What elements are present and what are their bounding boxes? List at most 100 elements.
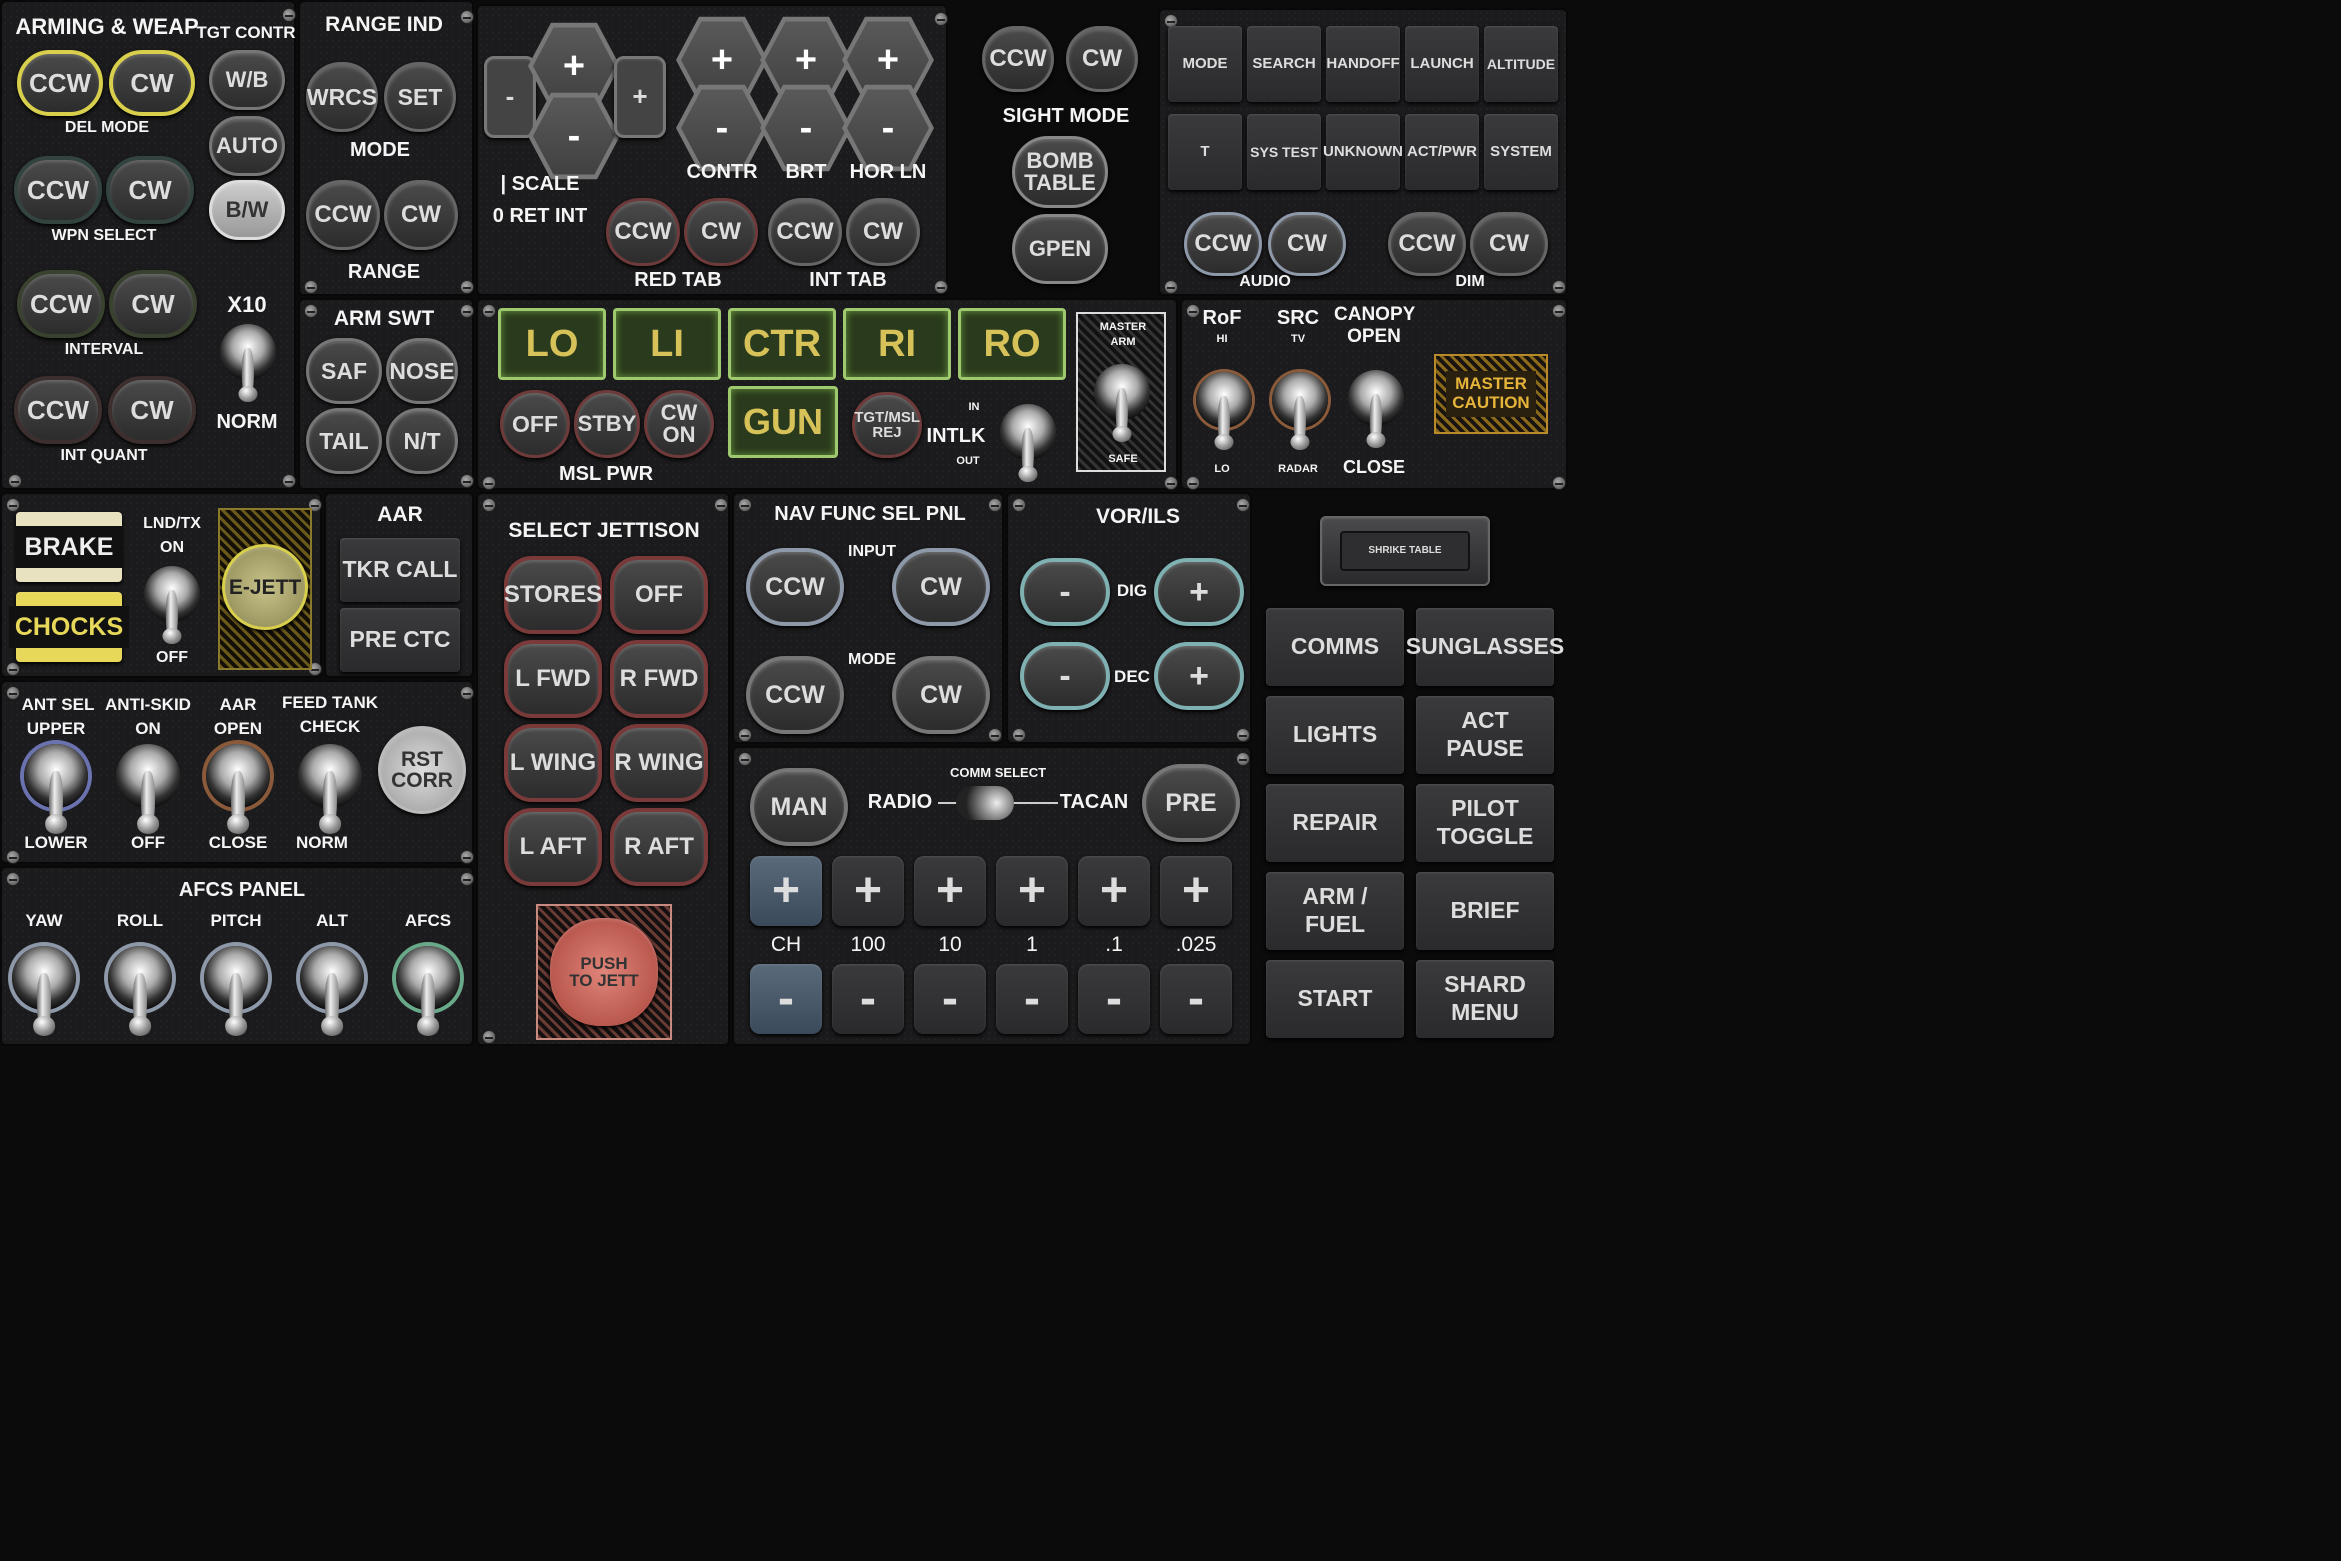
set-button[interactable]: SET <box>384 62 456 132</box>
menu-start-button[interactable]: START <box>1266 960 1404 1038</box>
radar-mode-button[interactable]: MODE <box>1168 26 1242 102</box>
pre-button[interactable]: PRE <box>1142 764 1240 842</box>
station-lo-lamp[interactable]: LO <box>498 308 606 380</box>
red-tab-ccw-button[interactable]: CCW <box>606 198 680 266</box>
jettison-off-button[interactable]: OFF <box>610 556 708 634</box>
comm-100-minus-button[interactable]: - <box>832 964 904 1034</box>
gpen-button[interactable]: GPEN <box>1012 214 1108 284</box>
comm-10-plus-button[interactable]: + <box>914 856 986 926</box>
range-cw-button[interactable]: CW <box>384 180 458 250</box>
msl-cw-on-button[interactable]: CW ON <box>644 390 714 458</box>
range-ccw-button[interactable]: CCW <box>306 180 380 250</box>
comm-ch-plus-button[interactable]: + <box>750 856 822 926</box>
master-arm-switch[interactable]: MASTER ARM SAFE <box>1076 312 1166 472</box>
menu-arm-fuel-button[interactable]: ARM / FUEL <box>1266 872 1404 950</box>
wb-button[interactable]: W/B <box>209 50 285 110</box>
nt-button[interactable]: N/T <box>386 408 458 474</box>
radar-unknown-button[interactable]: UNKNOWN <box>1323 114 1403 190</box>
int-quant-ccw-button[interactable]: CCW <box>14 376 102 444</box>
chocks-button[interactable]: CHOCKS <box>8 592 130 662</box>
ejett-switch[interactable]: E-JETT <box>218 508 312 670</box>
int-tab-ccw-button[interactable]: CCW <box>768 198 842 266</box>
interval-ccw-button[interactable]: CCW <box>17 270 105 338</box>
scale-minus-button[interactable]: - <box>484 56 536 138</box>
int-quant-cw-button[interactable]: CW <box>108 376 196 444</box>
feed-tank-toggle-icon[interactable] <box>298 744 362 808</box>
audio-cw-button[interactable]: CW <box>1268 212 1346 276</box>
radar-system-button[interactable]: SYSTEM <box>1484 114 1558 190</box>
ret-plus-button[interactable]: + <box>614 56 666 138</box>
afcs-roll-toggle-icon[interactable] <box>108 946 172 1010</box>
afcs-yaw-toggle-icon[interactable] <box>12 946 76 1010</box>
jettison-r-wing-button[interactable]: R WING <box>610 724 708 802</box>
rof-toggle-icon[interactable] <box>1196 372 1252 428</box>
afcs-afcs-toggle-icon[interactable] <box>396 946 460 1010</box>
interval-cw-button[interactable]: CW <box>109 270 197 338</box>
radar-altitude-button[interactable]: ALTITUDE <box>1484 26 1558 102</box>
comm-1-minus-button[interactable]: - <box>996 964 1068 1034</box>
tgt-msl-rej-button[interactable]: TGT/MSL REJ <box>852 392 922 458</box>
dec-minus-button[interactable]: - <box>1020 642 1110 710</box>
dim-cw-button[interactable]: CW <box>1470 212 1548 276</box>
man-button[interactable]: MAN <box>750 768 848 846</box>
radar-sys-test-button[interactable]: SYS TEST <box>1247 114 1321 190</box>
radar-search-button[interactable]: SEARCH <box>1247 26 1321 102</box>
lnd-tx-toggle-icon[interactable] <box>144 566 200 622</box>
master-caution-button[interactable]: MASTER CAUTION <box>1434 354 1548 434</box>
radar-handoff-button[interactable]: HANDOFF <box>1326 26 1400 102</box>
saf-button[interactable]: SAF <box>306 338 382 404</box>
brake-button[interactable]: BRAKE <box>14 512 124 582</box>
dec-plus-button[interactable]: + <box>1154 642 1244 710</box>
nav-input-cw-button[interactable]: CW <box>892 548 990 626</box>
nose-button[interactable]: NOSE <box>386 338 458 404</box>
tkr-call-button[interactable]: TKR CALL <box>340 538 460 602</box>
dig-minus-button[interactable]: - <box>1020 558 1110 626</box>
del-mode-cw-button[interactable]: CW <box>109 50 195 116</box>
radar-act-pwr-button[interactable]: ACT/PWR <box>1405 114 1479 190</box>
intlk-toggle-icon[interactable] <box>1000 404 1056 460</box>
menu-repair-button[interactable]: REPAIR <box>1266 784 1404 862</box>
canopy-toggle-icon[interactable] <box>1348 370 1404 426</box>
menu-lights-button[interactable]: LIGHTS <box>1266 696 1404 774</box>
comm-select-toggle-icon[interactable] <box>956 786 1014 820</box>
msl-off-button[interactable]: OFF <box>500 390 570 458</box>
wpn-select-cw-button[interactable]: CW <box>106 156 194 224</box>
station-ri-lamp[interactable]: RI <box>843 308 951 380</box>
station-ctr-lamp[interactable]: CTR <box>728 308 836 380</box>
jettison-l-wing-button[interactable]: L WING <box>504 724 602 802</box>
audio-ccw-button[interactable]: CCW <box>1184 212 1262 276</box>
comm-1-plus-button[interactable]: + <box>996 856 1068 926</box>
nav-input-ccw-button[interactable]: CCW <box>746 548 844 626</box>
aar-toggle-icon[interactable] <box>206 744 270 808</box>
nav-mode-cw-button[interactable]: CW <box>892 656 990 734</box>
afcs-pitch-toggle-icon[interactable] <box>204 946 268 1010</box>
comm-dot025-plus-button[interactable]: + <box>1160 856 1232 926</box>
nav-mode-ccw-button[interactable]: CCW <box>746 656 844 734</box>
bw-button[interactable]: B/W <box>209 180 285 240</box>
menu-sunglasses-button[interactable]: SUNGLASSES <box>1406 608 1564 686</box>
gun-lamp[interactable]: GUN <box>728 386 838 458</box>
jettison-l-aft-button[interactable]: L AFT <box>504 808 602 886</box>
dig-plus-button[interactable]: + <box>1154 558 1244 626</box>
comm-100-plus-button[interactable]: + <box>832 856 904 926</box>
del-mode-ccw-button[interactable]: CCW <box>17 50 103 116</box>
afcs-alt-toggle-icon[interactable] <box>300 946 364 1010</box>
wpn-select-ccw-button[interactable]: CCW <box>14 156 102 224</box>
radar-t-button[interactable]: T <box>1168 114 1242 190</box>
comm-10-minus-button[interactable]: - <box>914 964 986 1034</box>
jettison-l-fwd-button[interactable]: L FWD <box>504 640 602 718</box>
comm-dot1-plus-button[interactable]: + <box>1078 856 1150 926</box>
rst-corr-button[interactable]: RST CORR <box>378 726 466 814</box>
comm-dot025-minus-button[interactable]: - <box>1160 964 1232 1034</box>
msl-stby-button[interactable]: STBY <box>574 390 640 458</box>
radar-launch-button[interactable]: LAUNCH <box>1405 26 1479 102</box>
menu-brief-button[interactable]: BRIEF <box>1416 872 1554 950</box>
wrcs-button[interactable]: WRCS <box>306 62 378 132</box>
src-toggle-icon[interactable] <box>1272 372 1328 428</box>
sight-mode-ccw-button[interactable]: CCW <box>982 26 1054 92</box>
station-li-lamp[interactable]: LI <box>613 308 721 380</box>
dim-ccw-button[interactable]: CCW <box>1388 212 1466 276</box>
x10-toggle-icon[interactable] <box>220 324 276 380</box>
station-ro-lamp[interactable]: RO <box>958 308 1066 380</box>
bomb-table-button[interactable]: BOMB TABLE <box>1012 136 1108 208</box>
